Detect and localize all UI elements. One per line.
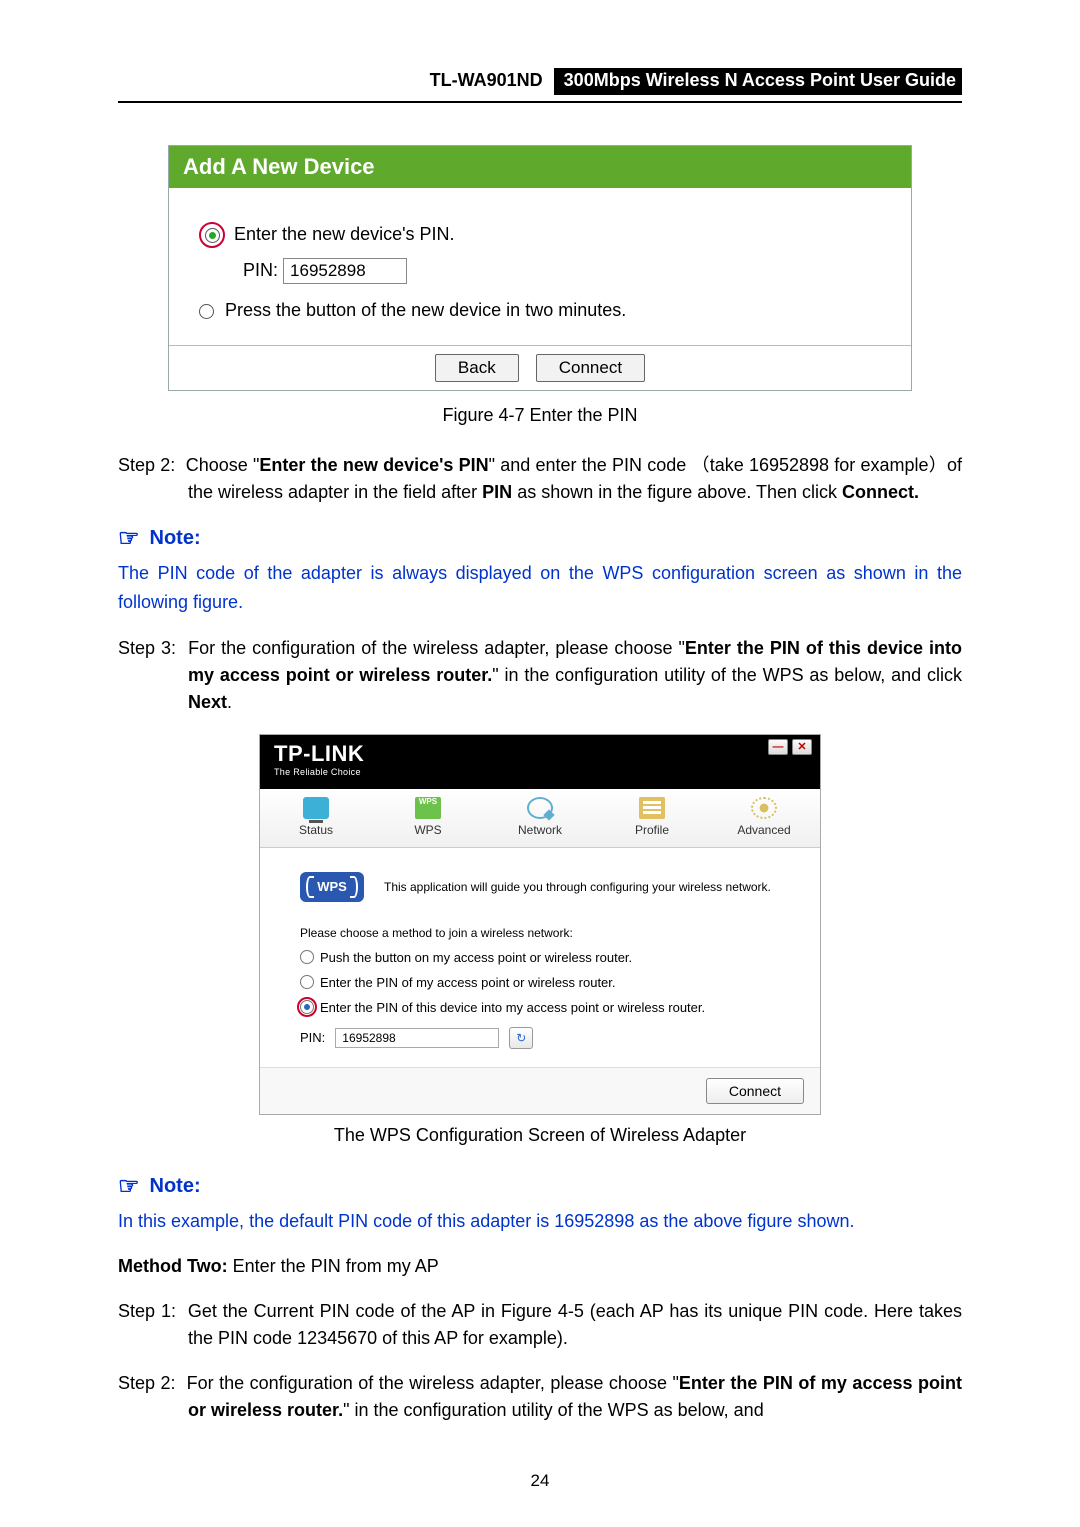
connect-button[interactable]: Connect	[536, 354, 645, 382]
hand-pointer-icon: ☞	[118, 1172, 140, 1201]
document-header: TL-WA901ND 300Mbps Wireless N Access Poi…	[118, 68, 962, 103]
close-icon[interactable]: ✕	[792, 739, 812, 755]
page-number: 24	[0, 1471, 1080, 1491]
method2-step-2: Step 2: For the configuration of the wir…	[118, 1370, 962, 1424]
panel-title: Add A New Device	[169, 146, 911, 188]
step-2: Step 2: Choose "Enter the new device's P…	[118, 452, 962, 506]
note-heading: ☞ Note:	[118, 1172, 962, 1201]
tab-advanced[interactable]: Advanced	[708, 789, 820, 847]
network-icon	[527, 797, 553, 819]
note-label: Note:	[150, 527, 201, 550]
step-3: Step 3: For the configuration of the wir…	[118, 635, 962, 716]
radio-icon	[199, 304, 214, 319]
method2-step-1: Step 1: Get the Current PIN code of the …	[118, 1298, 962, 1352]
pin-label: PIN:	[243, 260, 278, 280]
option-press-button-label: Press the button of the new device in tw…	[225, 300, 626, 320]
option-enter-device-pin[interactable]: Enter the PIN of this device into my acc…	[300, 1000, 780, 1015]
option-push-button[interactable]: Push the button on my access point or wi…	[300, 950, 780, 965]
note-body: The PIN code of the adapter is always di…	[118, 559, 962, 617]
note-heading: ☞ Note:	[118, 524, 962, 553]
option-press-button[interactable]: Press the button of the new device in tw…	[199, 300, 881, 321]
utility-tabs: Status WPSWPS Network Profile Advanced	[260, 789, 820, 848]
status-icon	[303, 797, 329, 819]
hand-pointer-icon: ☞	[118, 524, 140, 553]
radio-icon	[300, 975, 314, 989]
step-label: Step 2:	[118, 1373, 176, 1393]
option-enter-pin[interactable]: Enter the new device's PIN.	[199, 222, 881, 248]
figure-caption: Figure 4-7 Enter the PIN	[118, 405, 962, 426]
tab-wps[interactable]: WPSWPS	[372, 789, 484, 847]
tab-status[interactable]: Status	[260, 789, 372, 847]
option-enter-pin-label: Enter the new device's PIN.	[234, 224, 455, 244]
tplink-tagline: The Reliable Choice	[274, 767, 810, 777]
refresh-pin-button[interactable]: ↻	[509, 1027, 533, 1049]
step-label: Step 1:	[118, 1301, 176, 1321]
pin-input[interactable]: 16952898	[335, 1028, 499, 1048]
wps-tab-icon: WPS	[415, 797, 441, 819]
tplink-utility-window: TP-LINK The Reliable Choice — ✕ Status W…	[259, 734, 821, 1115]
advanced-icon	[751, 797, 777, 819]
radio-highlight-icon	[300, 1000, 314, 1014]
tab-profile[interactable]: Profile	[596, 789, 708, 847]
connect-button[interactable]: Connect	[706, 1078, 804, 1104]
option-enter-ap-pin[interactable]: Enter the PIN of my access point or wire…	[300, 975, 780, 990]
choose-method-text: Please choose a method to join a wireles…	[300, 926, 780, 940]
step-label: Step 2:	[118, 455, 175, 475]
document-title: 300Mbps Wireless N Access Point User Gui…	[554, 68, 962, 95]
figure-caption-2: The WPS Configuration Screen of Wireless…	[118, 1125, 962, 1146]
note-label: Note:	[150, 1175, 201, 1198]
step-label: Step 3:	[118, 638, 176, 658]
tplink-logo: TP-LINK	[274, 741, 810, 767]
tab-network[interactable]: Network	[484, 789, 596, 847]
minimize-icon[interactable]: —	[768, 739, 788, 755]
add-device-panel: Add A New Device Enter the new device's …	[168, 145, 912, 391]
utility-titlebar: TP-LINK The Reliable Choice — ✕	[260, 735, 820, 789]
profile-icon	[639, 797, 665, 819]
back-button[interactable]: Back	[435, 354, 519, 382]
note-body: In this example, the default PIN code of…	[118, 1207, 962, 1236]
wps-guide-text: This application will guide you through …	[384, 880, 771, 894]
model-number: TL-WA901ND	[430, 70, 543, 90]
radio-highlight-icon	[199, 222, 225, 248]
wps-badge-icon: WPS	[300, 872, 364, 902]
pin-label: PIN:	[300, 1030, 325, 1045]
method-two-heading: Method Two: Enter the PIN from my AP	[118, 1253, 962, 1280]
pin-input[interactable]: 16952898	[283, 258, 407, 284]
radio-icon	[205, 228, 220, 243]
radio-icon	[300, 950, 314, 964]
